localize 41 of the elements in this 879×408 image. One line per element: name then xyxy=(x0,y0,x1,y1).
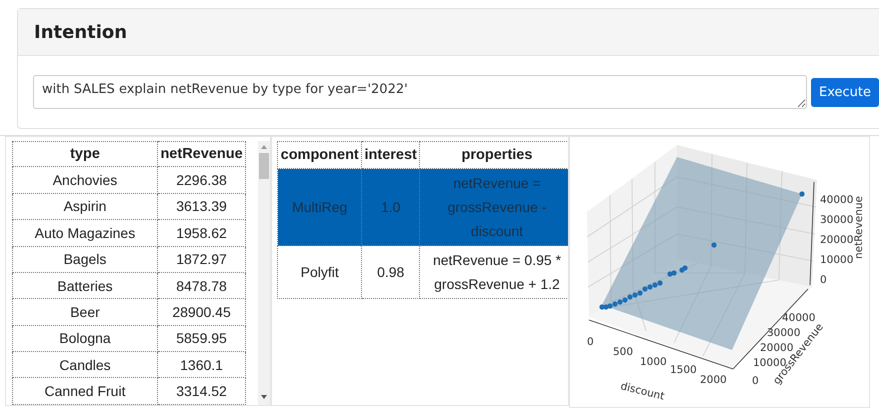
tick-label: 30000 xyxy=(820,214,854,226)
table-cell: 3613.39 xyxy=(158,193,246,220)
tick-label: 0 xyxy=(752,375,759,387)
table-cell: Bologna xyxy=(12,325,158,352)
table-cell: Candles xyxy=(12,352,158,378)
scrollbar[interactable] xyxy=(258,141,270,405)
table-cell: 5859.95 xyxy=(158,325,246,352)
tick-label: 1000 xyxy=(640,356,667,368)
tick-label: 2000 xyxy=(700,374,727,386)
table-cell: 28900.45 xyxy=(158,298,246,326)
execute-button[interactable]: Execute xyxy=(811,78,879,106)
tick-label: 500 xyxy=(613,346,634,358)
table-cell: 1958.62 xyxy=(158,220,246,246)
tick-label: 40000 xyxy=(782,312,816,324)
query-field[interactable]: with SALES explain netRevenue by type for year='2022' xyxy=(33,75,807,109)
table-cell: Batteries xyxy=(12,272,158,299)
tick-label: 10000 xyxy=(820,254,854,266)
table-cell: 1360.1 xyxy=(158,352,246,378)
tick-label: 20000 xyxy=(820,234,854,246)
table-cell: 1872.97 xyxy=(158,246,246,272)
tick-label: 0 xyxy=(587,336,594,348)
table-cell: Auto Magazines xyxy=(12,220,158,246)
table-cell: Beer xyxy=(12,298,158,326)
table-cell: Anchovies xyxy=(12,166,158,194)
axis-label: netRevenue xyxy=(853,196,865,259)
table-cell: Bagels xyxy=(12,246,158,272)
table-cell: 3314.52 xyxy=(158,378,246,404)
tick-label: 0 xyxy=(820,274,827,286)
table-cell: 8478.78 xyxy=(158,272,246,299)
table-cell: Canned Fruit xyxy=(12,378,158,404)
table-cell: Aspirin xyxy=(12,193,158,220)
column-header: type xyxy=(12,142,158,167)
scrollbar-thumb[interactable] xyxy=(259,153,269,179)
scroll-down-icon[interactable] xyxy=(261,395,268,399)
card-title: Intention xyxy=(34,22,128,42)
scroll-up-icon[interactable] xyxy=(261,145,268,149)
table-cell: 2296.38 xyxy=(158,166,246,194)
tick-label: 40000 xyxy=(820,194,854,206)
tick-label: 1500 xyxy=(670,364,697,376)
axis-label: discount xyxy=(619,380,666,403)
column-header: netRevenue xyxy=(158,142,246,167)
